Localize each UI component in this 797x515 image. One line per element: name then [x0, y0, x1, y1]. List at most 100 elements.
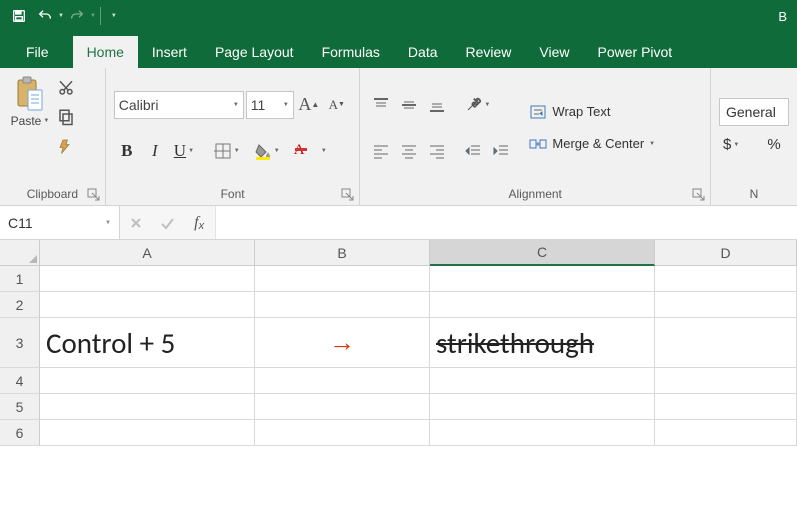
save-icon[interactable]	[6, 3, 32, 29]
align-center-icon[interactable]	[396, 138, 422, 164]
decrease-font-icon[interactable]: A▼	[324, 92, 350, 118]
undo-icon[interactable]	[32, 3, 58, 29]
paste-button[interactable]: Paste▼	[8, 74, 52, 160]
tab-review[interactable]: Review	[452, 36, 526, 68]
font-color-button[interactable]: A▼	[290, 138, 328, 164]
chevron-down-icon: ▼	[233, 102, 239, 108]
tab-file[interactable]: File	[12, 36, 73, 68]
copy-icon[interactable]	[54, 105, 78, 129]
cell[interactable]	[40, 292, 255, 318]
cell-C3[interactable]: strikethrough	[430, 318, 655, 368]
col-header-B[interactable]: B	[255, 240, 430, 266]
merge-center-label: Merge & Center	[552, 136, 644, 151]
cell[interactable]	[430, 266, 655, 292]
number-format-value: General	[726, 104, 776, 120]
font-size-value: 11	[251, 97, 266, 113]
cell[interactable]	[255, 266, 430, 292]
increase-font-icon[interactable]: A▲	[296, 92, 322, 118]
font-size-combo[interactable]: 11▼	[246, 91, 294, 119]
tab-formulas[interactable]: Formulas	[308, 36, 394, 68]
row-header[interactable]: 2	[0, 292, 40, 318]
tab-home[interactable]: Home	[73, 36, 138, 68]
cell[interactable]	[655, 394, 797, 420]
dialog-launcher-icon[interactable]	[692, 188, 706, 202]
cell-B3[interactable]: →	[255, 318, 430, 368]
cut-icon[interactable]	[54, 76, 78, 100]
group-clipboard-label: Clipboard	[27, 187, 78, 201]
row-header[interactable]: 3	[0, 318, 40, 368]
cell[interactable]	[430, 292, 655, 318]
ribbon: Paste▼ Clipboard Calibri▼ 11▼ A▲ A▼	[0, 68, 797, 206]
cell[interactable]	[255, 394, 430, 420]
borders-button[interactable]: ▼	[210, 138, 248, 164]
percent-format-button[interactable]: %	[761, 132, 787, 158]
cell[interactable]	[655, 266, 797, 292]
select-all-corner[interactable]	[0, 240, 40, 266]
percent-symbol: %	[767, 136, 780, 153]
tab-power-pivot[interactable]: Power Pivot	[584, 36, 687, 68]
name-box[interactable]: C11 ▼	[0, 206, 120, 239]
dialog-launcher-icon[interactable]	[87, 188, 101, 202]
tab-page-layout[interactable]: Page Layout	[201, 36, 308, 68]
cell[interactable]	[655, 318, 797, 368]
increase-indent-icon[interactable]	[488, 138, 514, 164]
align-middle-icon[interactable]	[396, 92, 422, 118]
enter-icon[interactable]	[153, 209, 181, 237]
cell[interactable]	[40, 368, 255, 394]
italic-button[interactable]: I	[142, 138, 168, 164]
row-header[interactable]: 4	[0, 368, 40, 394]
dialog-launcher-icon[interactable]	[341, 188, 355, 202]
cell[interactable]	[430, 420, 655, 446]
tab-data[interactable]: Data	[394, 36, 452, 68]
cell[interactable]	[40, 266, 255, 292]
formula-input[interactable]	[216, 206, 797, 239]
redo-dropdown-icon[interactable]: ▼	[90, 13, 96, 19]
accounting-format-button[interactable]: $▼	[719, 132, 757, 158]
cell[interactable]	[255, 368, 430, 394]
align-left-icon[interactable]	[368, 138, 394, 164]
cancel-icon[interactable]	[122, 209, 150, 237]
tab-insert[interactable]: Insert	[138, 36, 201, 68]
decrease-indent-icon[interactable]	[460, 138, 486, 164]
align-bottom-icon[interactable]	[424, 92, 450, 118]
tab-view[interactable]: View	[525, 36, 583, 68]
cell[interactable]	[255, 420, 430, 446]
cell[interactable]	[655, 368, 797, 394]
wrap-text-button[interactable]: Wrap Text	[522, 99, 662, 125]
row-header[interactable]: 5	[0, 394, 40, 420]
font-name-combo[interactable]: Calibri ▼	[114, 91, 244, 119]
cell[interactable]	[430, 368, 655, 394]
col-header-D[interactable]: D	[655, 240, 797, 266]
redo-icon[interactable]	[64, 3, 90, 29]
group-font-label: Font	[221, 187, 245, 201]
number-format-combo[interactable]: General	[719, 98, 789, 126]
chevron-down-icon: ▼	[649, 141, 655, 147]
col-header-C[interactable]: C	[430, 240, 655, 266]
align-right-icon[interactable]	[424, 138, 450, 164]
qat-customize-icon[interactable]: ▼	[111, 13, 117, 19]
underline-button[interactable]: U▼	[170, 138, 208, 164]
cell-A3[interactable]: Control + 5	[40, 318, 255, 368]
cell[interactable]	[40, 394, 255, 420]
cell[interactable]	[430, 394, 655, 420]
merge-center-button[interactable]: Merge & Center ▼	[522, 131, 662, 157]
fill-color-button[interactable]: ▼	[250, 138, 288, 164]
align-top-icon[interactable]	[368, 92, 394, 118]
format-painter-icon[interactable]	[54, 134, 78, 158]
col-header-A[interactable]: A	[40, 240, 255, 266]
row-header[interactable]: 6	[0, 420, 40, 446]
cell[interactable]	[40, 420, 255, 446]
insert-function-icon[interactable]: fx	[185, 209, 213, 237]
bold-button[interactable]: B	[114, 138, 140, 164]
font-name-value: Calibri	[119, 97, 159, 113]
qat-separator	[100, 7, 101, 25]
orientation-button[interactable]: ab▼	[460, 92, 498, 118]
group-alignment: ab▼ Wrap Text Merge & Ce	[360, 68, 711, 205]
cell[interactable]	[655, 292, 797, 318]
group-number: General $▼ % N	[711, 68, 797, 205]
group-number-label: N	[750, 187, 759, 201]
cell[interactable]	[655, 420, 797, 446]
ribbon-tabs: File Home Insert Page Layout Formulas Da…	[0, 32, 797, 68]
row-header[interactable]: 1	[0, 266, 40, 292]
cell[interactable]	[255, 292, 430, 318]
